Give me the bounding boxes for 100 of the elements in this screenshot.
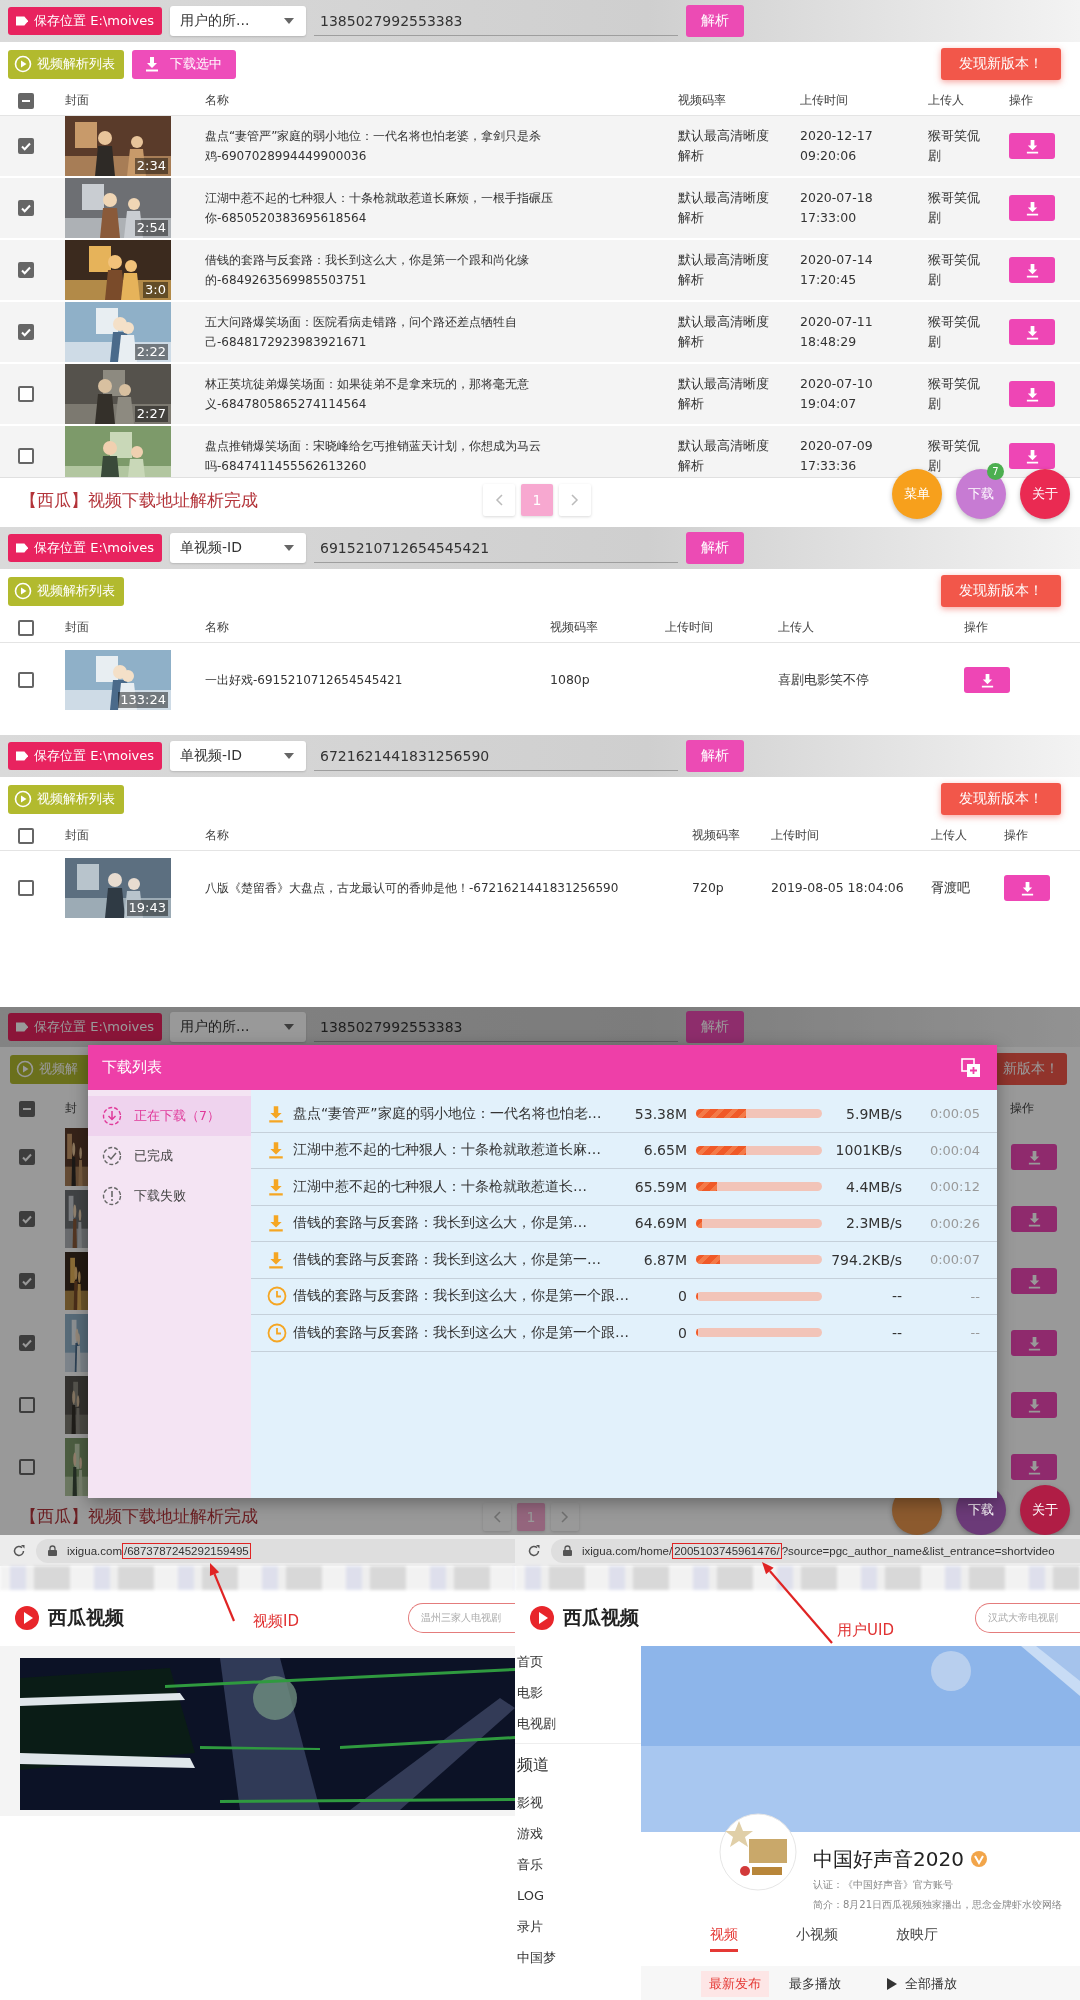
nav-link[interactable]: 音乐 [515,1849,641,1880]
download-button[interactable] [1004,875,1050,901]
column-header: 操作 [1010,1100,1034,1118]
download-speed: -- [890,1288,902,1305]
download-button[interactable] [1009,133,1055,159]
save-location-button[interactable]: 保存位置 E:\moives [8,742,162,770]
checkbox[interactable] [18,262,34,278]
mode-dropdown[interactable]: 用户的所... [170,6,306,36]
round-button[interactable]: 关于 [1020,469,1070,519]
nav-link[interactable]: 影视 [515,1787,641,1818]
parse-button[interactable]: 解析 [686,1011,744,1044]
arrow [209,1563,235,1622]
new-version-button[interactable]: 新版本！ [997,1053,1067,1086]
download-selected-button[interactable]: 下载选中 [132,49,236,79]
status-message: 【西瓜】视频下载地址解析完成 [20,1505,259,1529]
id-input-field[interactable]: 1385027992553383 [314,6,678,36]
checkbox[interactable] [18,324,34,340]
mode-dropdown[interactable]: 单视频-ID [170,533,306,563]
save-location-button[interactable]: 保存位置 E:\moives [8,7,162,35]
tag-icon [16,542,29,554]
download-button[interactable] [1011,1454,1057,1481]
tab[interactable]: 视频 [710,1926,738,1952]
download-button[interactable] [964,667,1010,693]
select-all-checkbox[interactable] [18,92,34,109]
download-button[interactable] [1009,443,1055,469]
url-text: ixigua.com [67,1544,122,1557]
task-name: 借钱的套路与反套路：我长到这么大，你是第一… [293,1250,602,1269]
sidebar-tab[interactable]: 已完成 [88,1136,251,1176]
nav-link[interactable]: 中国梦 [515,1942,641,1973]
checkbox[interactable] [19,1459,35,1476]
column-header: 名称 [205,620,229,634]
address-bar[interactable]: ixigua.com /6873787245292159495 [36,1538,515,1563]
mode-dropdown[interactable]: 用户的所... [170,1012,306,1043]
select-all-checkbox[interactable] [18,619,34,636]
checkbox[interactable] [18,138,34,154]
download-button[interactable] [1009,319,1055,345]
checkbox[interactable] [19,1149,35,1166]
alert-circle-icon [102,1186,122,1206]
sidebar-tab[interactable]: 正在下载（7） [88,1096,251,1136]
download-button[interactable] [1011,1206,1057,1233]
download-icon [267,1250,285,1269]
save-location-button[interactable]: 保存位置 E:\moives [8,534,162,562]
new-version-button[interactable]: 发现新版本！ [941,48,1061,80]
nav-link[interactable]: 电影 [515,1677,641,1708]
new-version-button[interactable]: 发现新版本！ [941,575,1061,607]
id-input-field[interactable]: 6915210712654545421 [314,533,678,563]
nav-link[interactable]: 游戏 [515,1818,641,1849]
checkbox[interactable] [19,1397,35,1414]
nav-link[interactable]: 录片 [515,1911,641,1942]
download-icon [979,672,995,688]
bitrate-text: 默认最高清晰度解析 [678,313,770,351]
column-header: 操作 [1009,93,1033,107]
checkbox[interactable] [18,386,34,402]
sort-tab[interactable]: 最新发布 [701,1971,769,1997]
caret-icon [284,753,294,759]
upload-time: 2020-07-10 19:04:07 [800,375,874,413]
parse-button[interactable]: 解析 [686,5,744,37]
select-all-checkbox[interactable] [18,827,34,844]
checkbox[interactable] [19,1335,35,1352]
id-input-field[interactable]: 6721621441831256590 [314,741,678,771]
nav-link[interactable]: 首页 [515,1646,641,1677]
checkbox[interactable] [18,672,34,688]
download-button[interactable] [1009,195,1055,221]
sort-tab[interactable]: 最多播放 [781,1971,849,1997]
checkbox[interactable] [18,200,34,216]
tag-icon [16,1021,29,1034]
highlight-box: 2005103745961476/ [672,1542,782,1559]
file-size: 0 [677,1288,687,1305]
nav-link[interactable]: 电视剧 [515,1708,641,1739]
download-button[interactable] [1011,1144,1057,1171]
checkbox[interactable] [18,880,34,896]
check-circle-icon [102,1146,122,1166]
parse-button[interactable]: 解析 [686,532,744,564]
download-button[interactable] [1011,1330,1057,1357]
download-button[interactable] [1011,1392,1057,1419]
tab[interactable]: 小视频 [796,1926,838,1949]
download-button[interactable] [1011,1268,1057,1295]
checkbox[interactable] [19,1211,35,1228]
address-bar[interactable]: ixigua.com/home/ 2005103745961476/ ?source=pgc_author_name&list_entrance=shortvideo [551,1538,1080,1563]
select-all-checkbox[interactable] [19,1100,35,1117]
task-name: 盘点“妻管严”家庭的弱小地位：一代名将也怕老… [293,1104,603,1123]
mode-dropdown[interactable]: 单视频-ID [170,741,306,771]
download-button[interactable] [1009,257,1055,283]
parse-button[interactable]: 解析 [686,740,744,772]
sidebar-tab[interactable]: 下载失败 [88,1176,251,1216]
video-title: 盘点推销爆笑场面：宋晓峰给乞丐推销蓝天计划，你想成为马云吗-6847411455562613260 [205,438,542,475]
nav-link[interactable]: LOG [515,1880,641,1911]
download-icon [1026,1149,1042,1165]
id-input-field[interactable]: 1385027992553383 [314,1012,678,1043]
callout-label: 视频ID [253,1612,299,1631]
tab[interactable]: 放映厅 [896,1926,938,1949]
column-header: 上传人 [778,620,814,634]
save-location-button[interactable]: 保存位置 E:\moives [8,1013,162,1042]
new-version-button[interactable]: 发现新版本！ [941,783,1061,815]
checkbox[interactable] [19,1273,35,1290]
duration-label: 2:34 [134,158,168,174]
checkbox[interactable] [18,448,34,464]
play-all-button[interactable]: 全部播放 [887,1975,957,1993]
column-header: 操作 [964,620,988,634]
download-button[interactable] [1009,381,1055,407]
